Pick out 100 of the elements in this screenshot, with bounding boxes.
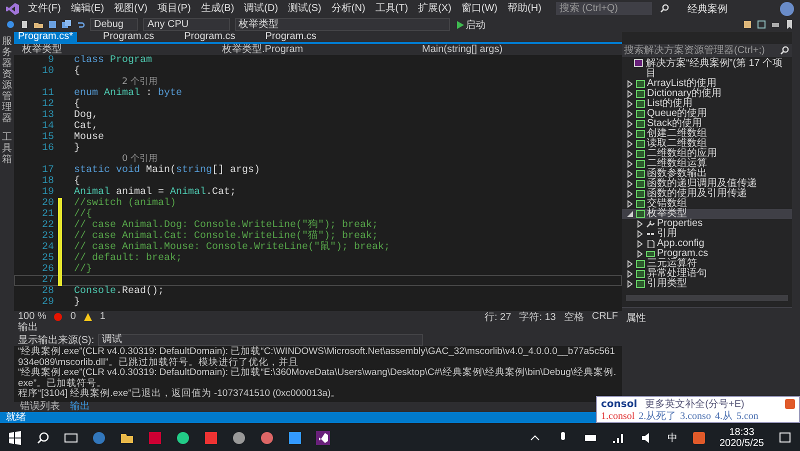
app-icon[interactable]	[288, 430, 302, 444]
menu-item[interactable]: 编辑(E)	[70, 2, 106, 14]
indent-mode[interactable]: 空格	[564, 310, 584, 324]
zoom-level[interactable]: 100 %	[18, 311, 46, 322]
expand-arrow-icon[interactable]	[636, 250, 644, 258]
menu-item[interactable]: 生成(B)	[200, 2, 236, 14]
tree-item[interactable]: 二维数组运算	[622, 159, 792, 169]
app-icon[interactable]	[176, 430, 190, 444]
search-field[interactable]: 搜索解决方案资源管理器(Ctrl+;)	[622, 44, 792, 57]
file-tab[interactable]: Program.cs*	[14, 32, 78, 42]
expand-arrow-icon[interactable]	[626, 120, 634, 128]
ime-icon[interactable]	[692, 430, 706, 444]
tree-item[interactable]: App.config	[622, 239, 792, 249]
ime-candidate[interactable]: 1.consol	[601, 410, 635, 422]
reference-count-hint[interactable]: 0 个引用	[122, 154, 158, 164]
ime-candidate[interactable]: 5.con	[736, 410, 758, 422]
expand-arrow-icon[interactable]	[626, 100, 634, 108]
side-tab[interactable]: 服务器资源管理器	[2, 36, 12, 124]
expand-arrow-icon[interactable]	[636, 220, 644, 228]
search-icon[interactable]	[36, 430, 50, 444]
expand-arrow-icon[interactable]	[626, 140, 634, 148]
expand-arrow-icon[interactable]	[626, 270, 634, 278]
tree-item[interactable]: ArrayList的使用	[622, 79, 792, 89]
start-button[interactable]: 启动	[454, 18, 488, 31]
menu-item[interactable]: 帮助(H)	[506, 2, 542, 14]
file-tab[interactable]: Program.cs	[180, 32, 240, 42]
reference-count-hint[interactable]: 2 个引用	[122, 77, 158, 87]
search-icon[interactable]	[780, 46, 789, 55]
tree-item[interactable]: Properties	[622, 219, 792, 229]
side-tab[interactable]: 工具箱	[2, 132, 12, 165]
new-item-icon[interactable]	[20, 20, 29, 29]
windows-start-icon[interactable]	[8, 430, 22, 444]
tree-item[interactable]: Program.cs	[622, 249, 792, 259]
file-tab[interactable]: Program.cs	[99, 32, 158, 42]
expand-arrow-icon[interactable]	[626, 90, 634, 98]
app-icon[interactable]	[92, 430, 106, 444]
ime-candidate[interactable]: 2.从死了	[638, 409, 676, 422]
search-icon[interactable]	[660, 4, 670, 13]
expand-arrow-icon[interactable]	[626, 260, 634, 268]
input-method-indicator[interactable]: 中	[668, 430, 678, 444]
menu-item[interactable]: 项目(P)	[156, 2, 192, 14]
tree-item[interactable]: 枚举类型	[622, 209, 792, 219]
panel-tab[interactable]: 输出	[68, 402, 92, 412]
tree-item[interactable]: Dictionary的使用	[622, 89, 792, 99]
tree-item[interactable]: 函数的递归调用及值传递	[622, 179, 792, 189]
save-all-icon[interactable]	[62, 20, 71, 29]
menu-item[interactable]: 调试(D)	[243, 2, 280, 14]
expand-arrow-icon[interactable]	[626, 200, 634, 208]
file-tab[interactable]: Program.cs	[261, 32, 320, 42]
platform-dropdown[interactable]: Any CPU	[143, 18, 230, 31]
tree-item[interactable]: 函数参数输出	[622, 169, 792, 179]
ime-candidate[interactable]: 3.conso	[680, 410, 711, 422]
tree-item[interactable]: 创建二维数组	[622, 129, 792, 139]
ime-hint[interactable]: 更多英文补全(分号+E)	[645, 397, 777, 411]
type-dropdown[interactable]: 枚举类型.Program	[222, 44, 422, 54]
tree-item[interactable]: 三元运算符	[622, 259, 792, 269]
menu-item[interactable]: 视图(V)	[113, 2, 148, 14]
ime-candidate[interactable]: 4.从	[714, 409, 732, 422]
solution-root[interactable]: 解决方案“经典案例”(第 17 个项目	[646, 59, 792, 79]
tree-item[interactable]: 交错数组	[622, 199, 792, 209]
expand-arrow-icon[interactable]	[626, 80, 634, 88]
panel-tab[interactable]: 错误列表	[18, 402, 62, 412]
clock[interactable]: 18:33 2020/5/25	[720, 426, 764, 448]
expand-arrow-icon[interactable]	[626, 170, 634, 178]
tree-item[interactable]: 函数的使用及引用传递	[622, 189, 792, 199]
tree-item[interactable]: Stack的使用	[622, 119, 792, 129]
open-folder-icon[interactable]	[34, 20, 43, 29]
tree-item[interactable]: List的使用	[622, 99, 792, 109]
expand-arrow-icon[interactable]	[636, 240, 644, 248]
line-ending[interactable]: CRLF	[592, 311, 618, 322]
tree-item[interactable]: 引用	[622, 229, 792, 239]
save-icon[interactable]	[48, 20, 57, 29]
expand-arrow-icon[interactable]	[626, 160, 634, 168]
menu-item[interactable]: 文件(F)	[27, 2, 62, 14]
expand-arrow-icon[interactable]	[626, 190, 634, 198]
menu-item[interactable]: 工具(T)	[374, 2, 410, 14]
expand-arrow-icon[interactable]	[626, 130, 634, 138]
expand-arrow-icon[interactable]	[626, 180, 634, 188]
undo-icon[interactable]	[76, 20, 85, 29]
notification-icon[interactable]	[778, 430, 792, 444]
output-source-dropdown[interactable]: 调试	[98, 334, 424, 346]
startup-project-dropdown[interactable]: 枚举类型	[234, 18, 450, 31]
menu-item[interactable]: 窗口(W)	[460, 2, 499, 14]
menu-item[interactable]: 扩展(X)	[417, 2, 452, 14]
expand-arrow-icon[interactable]	[626, 110, 634, 118]
tree-item[interactable]: 二维数组的应用	[622, 149, 792, 159]
configuration-dropdown[interactable]: Debug	[90, 18, 138, 31]
tree-item[interactable]: 引用类型	[622, 279, 792, 289]
user-avatar[interactable]	[780, 2, 794, 16]
tree-item[interactable]: Queue的使用	[622, 109, 792, 119]
tree-item[interactable]: 读取二维数组	[622, 139, 792, 149]
menu-item[interactable]: 测试(S)	[287, 2, 322, 14]
app-icon[interactable]	[232, 430, 246, 444]
menu-item[interactable]: 分析(N)	[330, 2, 366, 14]
search-field[interactable]: 搜索 (Ctrl+Q)	[556, 2, 652, 15]
task-view-icon[interactable]	[64, 430, 78, 444]
bookmark-icon[interactable]	[785, 20, 794, 29]
expand-arrow-icon[interactable]	[626, 280, 634, 288]
project-dropdown[interactable]: 枚举类型	[22, 44, 222, 54]
collapse-arrow-icon[interactable]	[626, 210, 634, 218]
